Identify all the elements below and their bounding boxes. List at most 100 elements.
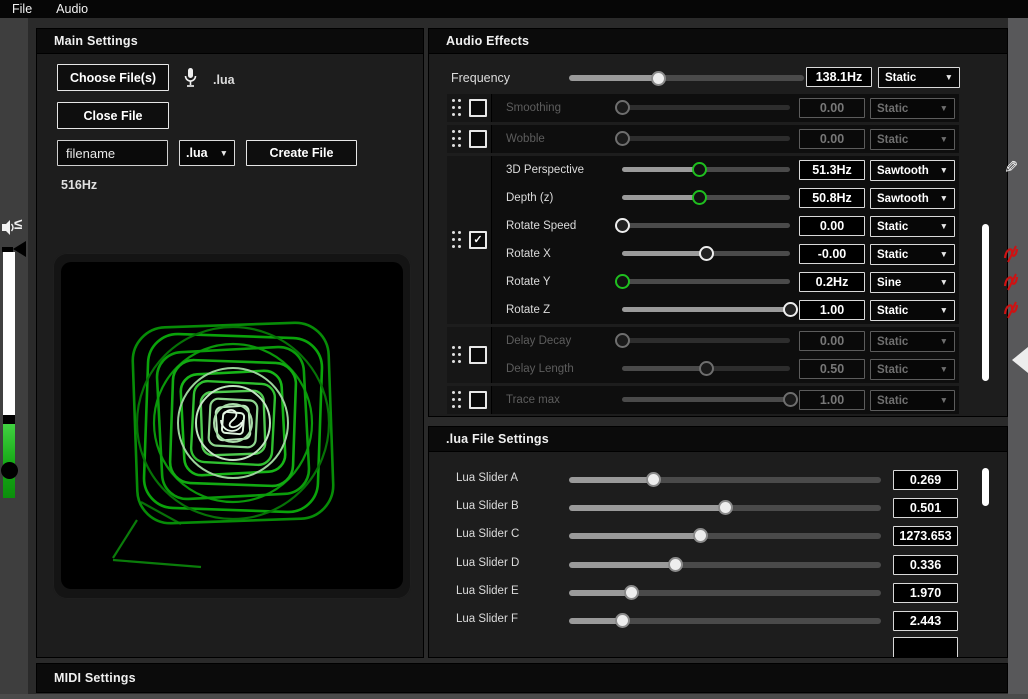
menu-file[interactable]: File (0, 0, 44, 18)
effect-slider-track[interactable] (622, 338, 790, 343)
effect-row-label: Wobble (506, 133, 545, 145)
effect-wave-dropdown[interactable]: Static▼ (870, 129, 955, 150)
effect-slider-thumb[interactable] (692, 162, 707, 177)
effect-slider-thumb[interactable] (615, 333, 630, 348)
effect-value-box[interactable]: 0.00 (799, 216, 865, 236)
microphone-icon[interactable] (183, 67, 198, 89)
frequency-slider-track[interactable] (569, 75, 804, 81)
lua-value-box[interactable]: 0.501 (893, 498, 958, 518)
effect-slider-track[interactable] (622, 223, 790, 228)
effect-slider-thumb[interactable] (783, 302, 798, 317)
effect-slider-thumb[interactable] (783, 392, 798, 407)
effect-slider-track[interactable] (622, 307, 790, 312)
effect-enable-checkbox[interactable] (469, 231, 487, 249)
lua-value-box[interactable]: 2.443 (893, 611, 958, 631)
effect-wave-dropdown[interactable]: Static▼ (870, 331, 955, 352)
lua-slider-thumb[interactable] (693, 528, 708, 543)
effect-value-box[interactable]: 0.2Hz (799, 272, 865, 292)
spin-animation-icon[interactable] (1003, 244, 1021, 264)
lua-slider-thumb[interactable] (615, 613, 630, 628)
drag-handle-icon[interactable] (452, 130, 455, 133)
effect-slider-thumb[interactable] (699, 246, 714, 261)
volume-thumb[interactable] (1, 462, 18, 479)
lua-slider-thumb[interactable] (624, 585, 639, 600)
threshold-icon: ≤ (14, 216, 22, 233)
lua-slider-label: Lua Slider D (456, 557, 519, 569)
lua-slider-label: Lua Slider E (456, 585, 519, 597)
frequency-wave-dropdown[interactable]: Static ▼ (878, 67, 960, 88)
lua-slider-thumb[interactable] (646, 472, 661, 487)
effect-wave-dropdown[interactable]: Static▼ (870, 216, 955, 237)
effect-wave-dropdown[interactable]: Sine▼ (870, 272, 955, 293)
effect-enable-checkbox[interactable] (469, 346, 487, 364)
lua-value-box[interactable]: 1273.653 (893, 526, 958, 546)
frequency-slider-thumb[interactable] (651, 71, 666, 86)
lua-slider-thumb[interactable] (718, 500, 733, 515)
effect-slider-track[interactable] (622, 105, 790, 110)
effect-slider-thumb[interactable] (699, 361, 714, 376)
effect-wave-value: Static (877, 134, 908, 146)
effect-slider-track[interactable] (622, 279, 790, 284)
lua-slider-track[interactable] (569, 590, 881, 596)
effect-value-box[interactable]: 1.00 (799, 300, 865, 320)
effect-slider-track[interactable] (622, 397, 790, 402)
effects-scrollbar[interactable] (982, 224, 989, 381)
effect-wave-dropdown[interactable]: Static▼ (870, 300, 955, 321)
create-file-button[interactable]: Create File (246, 140, 357, 166)
effect-slider-thumb[interactable] (615, 274, 630, 289)
menu-bar: File Audio (0, 0, 1028, 18)
spin-animation-icon[interactable] (1003, 300, 1021, 320)
close-file-button[interactable]: Close File (57, 102, 169, 129)
lua-value-box[interactable]: 0.336 (893, 555, 958, 575)
lua-slider-track[interactable] (569, 477, 881, 483)
effect-wave-value: Static (877, 336, 908, 348)
lua-slider-thumb[interactable] (668, 557, 683, 572)
effect-slider-track[interactable] (622, 136, 790, 141)
effect-wave-dropdown[interactable]: Static▼ (870, 390, 955, 411)
effect-value-box[interactable]: -0.00 (799, 244, 865, 264)
oscilloscope-screen (61, 262, 403, 589)
drag-handle-icon[interactable] (452, 391, 455, 394)
effect-enable-checkbox[interactable] (469, 130, 487, 148)
edit-pencil-icon[interactable]: ✎ (1004, 158, 1018, 178)
midi-settings-bar[interactable]: MIDI Settings (36, 663, 1008, 693)
effect-value-box[interactable]: 0.50 (799, 359, 865, 379)
effect-row-label: Rotate Y (506, 276, 551, 288)
spin-animation-icon[interactable] (1003, 272, 1021, 292)
effect-value-box[interactable]: 50.8Hz (799, 188, 865, 208)
effect-wave-dropdown[interactable]: Sawtooth▼ (870, 160, 955, 181)
effect-slider-thumb[interactable] (615, 131, 630, 146)
effect-wave-dropdown[interactable]: Static▼ (870, 244, 955, 265)
drag-handle-icon[interactable] (452, 346, 455, 349)
choose-files-button[interactable]: Choose File(s) (57, 64, 169, 91)
chevron-down-icon: ▼ (940, 222, 948, 231)
panel-collapse-arrow[interactable] (1012, 347, 1028, 373)
lua-scrollbar[interactable] (982, 468, 989, 506)
effect-slider-thumb[interactable] (615, 100, 630, 115)
effect-group: Smoothing0.00Static▼ (447, 94, 959, 122)
lua-slider-track[interactable] (569, 562, 881, 568)
effect-enable-checkbox[interactable] (469, 99, 487, 117)
effect-wave-dropdown[interactable]: Sawtooth▼ (870, 188, 955, 209)
effect-value-box[interactable]: 1.00 (799, 390, 865, 410)
effect-value-box[interactable]: 51.3Hz (799, 160, 865, 180)
effect-value-box[interactable]: 0.00 (799, 129, 865, 149)
effect-value-box[interactable]: 0.00 (799, 98, 865, 118)
effect-wave-dropdown[interactable]: Static▼ (870, 359, 955, 380)
menu-audio[interactable]: Audio (44, 0, 100, 18)
drag-handle-icon[interactable] (452, 99, 455, 102)
extension-dropdown[interactable]: .lua ▼ (179, 140, 235, 166)
filename-input[interactable] (57, 140, 168, 166)
lua-value-box[interactable]: 0.269 (893, 470, 958, 490)
effect-value-box[interactable]: 0.00 (799, 331, 865, 351)
effect-wave-dropdown[interactable]: Static▼ (870, 98, 955, 119)
frequency-value-box[interactable]: 138.1Hz (806, 67, 872, 87)
lua-slider-track[interactable] (569, 533, 881, 539)
effect-enable-checkbox[interactable] (469, 391, 487, 409)
effect-slider-thumb[interactable] (692, 190, 707, 205)
drag-handle-icon[interactable] (452, 231, 455, 234)
volume-meter-track[interactable] (3, 252, 15, 415)
lua-slider-next-value-box-partial[interactable] (893, 637, 958, 658)
lua-value-box[interactable]: 1.970 (893, 583, 958, 603)
effect-slider-thumb[interactable] (615, 218, 630, 233)
